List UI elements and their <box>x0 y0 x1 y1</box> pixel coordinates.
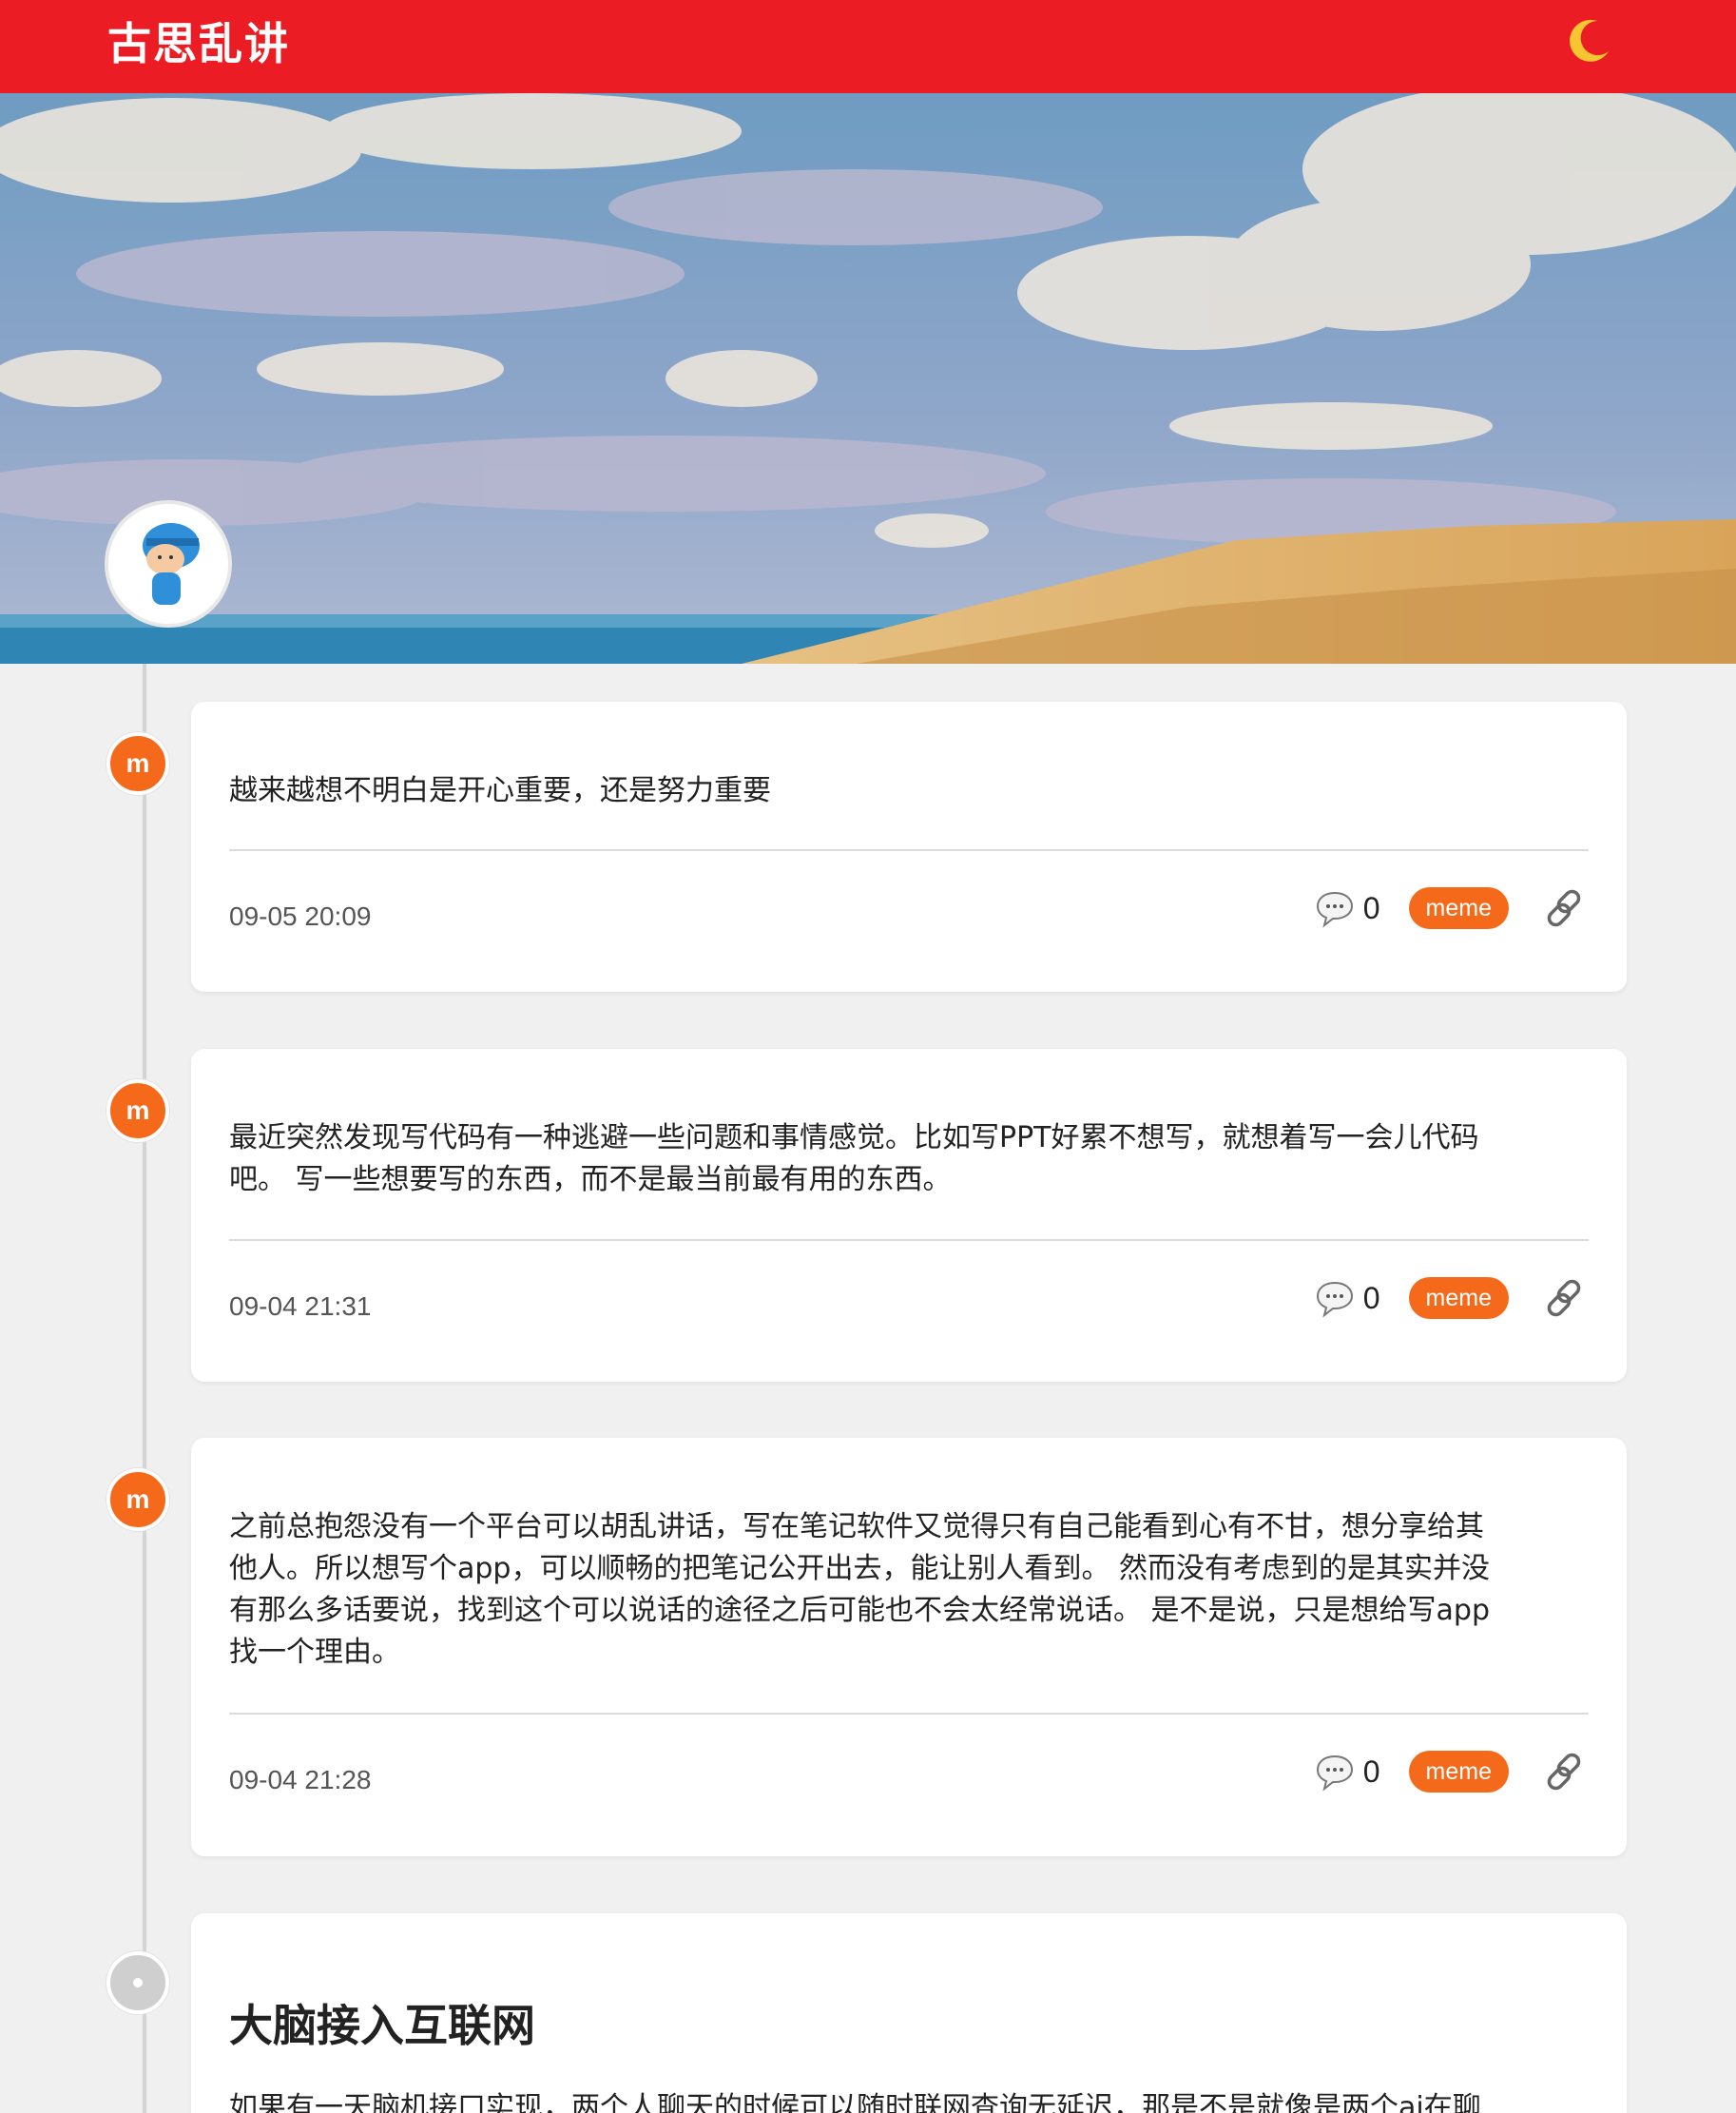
tag-badge[interactable]: meme <box>1408 1277 1509 1319</box>
post-actions: 0 meme <box>1314 884 1589 932</box>
link-icon[interactable] <box>1541 884 1589 932</box>
link-icon[interactable] <box>1541 1274 1589 1322</box>
post-timestamp[interactable]: 09-04 21:28 <box>229 1765 371 1795</box>
post-avatar-dot: m <box>106 1079 169 1142</box>
site-title[interactable]: 古思乱讲 <box>107 15 290 72</box>
comment-count: 0 <box>1362 1754 1380 1789</box>
comment-icon[interactable] <box>1314 1751 1356 1793</box>
divider <box>229 1713 1589 1715</box>
post-avatar-dot: m <box>106 732 169 795</box>
post-text-line: 吧。 写一些想要写的东西，而不是最当前最有用的东西。 <box>229 1163 952 1196</box>
post-text-line: 之前总抱怨没有一个平台可以胡乱讲话，写在笔记软件又觉得只有自己能看到心有不甘，想… <box>229 1510 1484 1543</box>
moon-icon[interactable] <box>1559 13 1616 70</box>
post-actions: 0 meme <box>1314 1748 1589 1795</box>
article-dot <box>106 1951 169 2014</box>
banner-image <box>0 93 1736 664</box>
comment-count: 0 <box>1362 1280 1380 1315</box>
post-card[interactable]: 越来越想不明白是开心重要，还是努力重要 09-05 20:09 0 meme <box>191 702 1627 992</box>
top-bar: 古思乱讲 <box>0 0 1736 93</box>
post-text-line: 找一个理由。 <box>229 1636 400 1669</box>
comment-count: 0 <box>1362 890 1380 925</box>
article-title[interactable]: 大脑接入互联网 <box>229 1997 535 2054</box>
article-card[interactable]: 大脑接入互联网 如果有一天脑机接口实现，两个人聊天的时候可以随时联网查询无延迟，… <box>191 1913 1627 2113</box>
article-excerpt: 如果有一天脑机接口实现，两个人聊天的时候可以随时联网查询无延迟，那是不是就像是两… <box>229 2091 1481 2113</box>
post-text-line: 有那么多话要说，找到这个可以说话的途径之后可能也不会太经常说话。 是不是说，只是… <box>229 1594 1491 1627</box>
post-text: 最近突然发现写代码有一种逃避一些问题和事情感觉。比如写PPT好累不想写，就想着写… <box>229 1117 1589 1201</box>
link-icon[interactable] <box>1541 1748 1589 1795</box>
post-card[interactable]: 之前总抱怨没有一个平台可以胡乱讲话，写在笔记软件又觉得只有自己能看到心有不甘，想… <box>191 1438 1627 1856</box>
timeline-line <box>143 664 146 2113</box>
post-text-line: 最近突然发现写代码有一种逃避一些问题和事情感觉。比如写PPT好累不想写，就想着写… <box>229 1121 1479 1154</box>
divider <box>229 1239 1589 1241</box>
comment-icon[interactable] <box>1314 1277 1356 1319</box>
avatar[interactable] <box>105 500 232 628</box>
post-timestamp[interactable]: 09-05 20:09 <box>229 901 371 932</box>
post-actions: 0 meme <box>1314 1274 1589 1322</box>
post-card[interactable]: 最近突然发现写代码有一种逃避一些问题和事情感觉。比如写PPT好累不想写，就想着写… <box>191 1049 1627 1382</box>
post-text-line: 他人。所以想写个app，可以顺畅的把笔记公开出去，能让别人看到。 然而没有考虑到… <box>229 1552 1491 1585</box>
comment-icon[interactable] <box>1314 887 1356 929</box>
tag-badge[interactable]: meme <box>1408 1751 1509 1793</box>
post-avatar-dot: m <box>106 1468 169 1531</box>
post-timestamp[interactable]: 09-04 21:31 <box>229 1291 371 1322</box>
divider <box>229 849 1589 851</box>
post-text: 越来越想不明白是开心重要，还是努力重要 <box>229 774 771 807</box>
tag-badge[interactable]: meme <box>1408 887 1509 929</box>
post-text: 之前总抱怨没有一个平台可以胡乱讲话，写在笔记软件又觉得只有自己能看到心有不甘，想… <box>229 1506 1589 1674</box>
